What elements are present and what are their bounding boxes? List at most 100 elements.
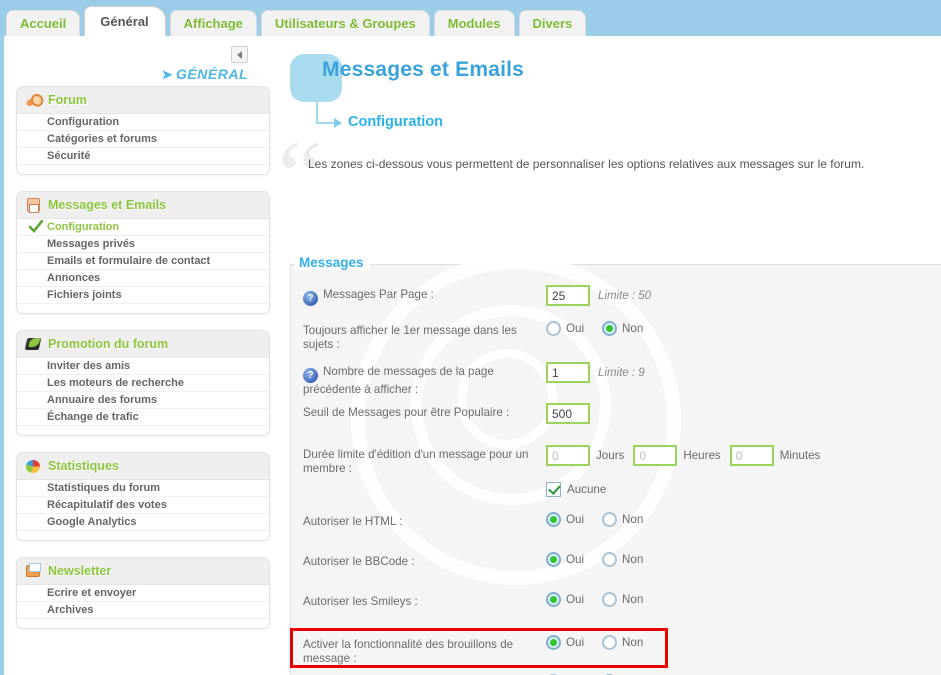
sidebar-item-les-moteurs-de-recherche[interactable]: Les moteurs de recherche xyxy=(17,375,269,392)
seuil-messages-populaire-input[interactable] xyxy=(546,403,590,424)
autoriser-html-radio-non[interactable]: Non xyxy=(602,512,643,527)
duree-limite-edition-minutes-input[interactable] xyxy=(729,445,774,466)
setting-label-wrap: Activer la fonctionnalité des brouillons… xyxy=(303,635,546,666)
messages-par-page-input[interactable] xyxy=(546,285,590,306)
setting-row-seuil-messages-populaire: Seuil de Messages pour être Populaire : xyxy=(291,403,941,433)
autoriser-bbcode-radio-non[interactable]: Non xyxy=(602,552,643,567)
intro-text: Les zones ci-dessous vous permettent de … xyxy=(308,157,865,171)
sidebar-panel-title: Messages et Emails xyxy=(48,198,167,212)
duration-unit-hours: Heures xyxy=(683,449,721,462)
sidebar-panel-title: Newsletter xyxy=(48,564,112,578)
tab-modules[interactable]: Modules xyxy=(433,10,515,36)
sidebar-item-cat-gories-et-forums[interactable]: Catégories et forums xyxy=(17,131,269,148)
intro-block: “ Les zones ci-dessous vous permettent d… xyxy=(280,126,941,226)
radio-label: Oui xyxy=(566,593,585,606)
limit-hint: Limite : 50 xyxy=(598,289,652,302)
sidebar-item-statistiques-du-forum[interactable]: Statistiques du forum xyxy=(17,480,269,497)
activer-brouillons-radio-oui[interactable]: Oui xyxy=(546,635,584,650)
duree-limite-edition-hours-input[interactable] xyxy=(633,445,678,466)
nombre-messages-page-precedente-input[interactable] xyxy=(546,362,590,383)
sidebar-item-s-curit[interactable]: Sécurité xyxy=(17,148,269,165)
radio-label: Oui xyxy=(566,636,585,649)
tab-divers[interactable]: Divers xyxy=(518,10,587,36)
help-icon[interactable]: ? xyxy=(303,291,318,306)
setting-label: Activer la fonctionnalité des brouillons… xyxy=(303,638,514,665)
toujours-afficher-1er-message-radio-non[interactable]: Non xyxy=(602,321,643,336)
setting-row-activer-brouillons: Activer la fonctionnalité des brouillons… xyxy=(290,628,941,668)
sidebar-panel-body: Ecrire et envoyer Archives xyxy=(17,585,269,628)
duree-limite-edition-days-input[interactable] xyxy=(546,445,590,466)
sidebar-item-configuration[interactable]: Configuration xyxy=(17,219,269,236)
setting-row-toujours-afficher-1er-message: Toujours afficher le 1er message dans le… xyxy=(291,321,941,352)
sidebar-item-ecrire-et-envoyer[interactable]: Ecrire et envoyer xyxy=(17,585,269,602)
wrench-icon xyxy=(25,92,42,109)
sidebar-item-label: Fichiers joints xyxy=(47,289,122,301)
checkbox-label: Aucune xyxy=(567,483,607,496)
duration-unit-minutes: Minutes xyxy=(779,449,821,462)
radio-dot-icon xyxy=(546,552,561,567)
sidebar-item-emails-et-formulaire-de-contact[interactable]: Emails et formulaire de contact xyxy=(17,253,269,270)
sidebar-item-messages-priv-s[interactable]: Messages privés xyxy=(17,236,269,253)
sidebar-item-annonces[interactable]: Annonces xyxy=(17,270,269,287)
sidebar-item-fichiers-joints[interactable]: Fichiers joints xyxy=(17,287,269,304)
sidebar-item-change-de-trafic[interactable]: Échange de trafic xyxy=(17,409,269,426)
setting-label-wrap: Seuil de Messages pour être Populaire : xyxy=(303,403,546,420)
toujours-afficher-1er-message-radio-oui[interactable]: Oui xyxy=(546,321,584,336)
sidebar-item-annuaire-des-forums[interactable]: Annuaire des forums xyxy=(17,392,269,409)
autoriser-html-radio-oui[interactable]: Oui xyxy=(546,512,584,527)
radio-label: Oui xyxy=(566,322,585,335)
radio-group: Oui Non xyxy=(546,512,643,527)
setting-control: Oui Non xyxy=(546,552,941,567)
sidebar-item-inviter-des-amis[interactable]: Inviter des amis xyxy=(17,358,269,375)
sidebar-panel: Messages et Emails Configuration Messages … xyxy=(16,191,270,314)
sidebar-collapse-button[interactable] xyxy=(231,46,248,63)
settings-rows: ? Messages Par Page : Limite : 50 Toujours … xyxy=(290,285,941,675)
radio-group: Oui Non xyxy=(546,321,643,336)
tab-strip: Accueil Général Affichage Utilisateurs & Gr… xyxy=(6,6,587,36)
sidebar: ➤ GÉNÉRAL Forum Configuration Catégories et… xyxy=(4,36,280,675)
autoriser-smileys-radio-non[interactable]: Non xyxy=(602,592,643,607)
sidebar-item-google-analytics[interactable]: Google Analytics xyxy=(17,514,269,531)
quote-mark-icon: “ xyxy=(280,120,323,231)
radio-label: Non xyxy=(622,513,644,526)
sidebar-item-label: Annuaire des forums xyxy=(47,394,158,406)
setting-row-autoriser-smileys: Autoriser les Smileys : Oui Non xyxy=(291,592,941,622)
autoriser-bbcode-radio-oui[interactable]: Oui xyxy=(546,552,584,567)
sidebar-header: ➤ GÉNÉRAL xyxy=(16,42,270,86)
setting-label-wrap: Autoriser le HTML : xyxy=(303,512,546,529)
sidebar-item-label: Récapitulatif des votes xyxy=(47,499,167,511)
tab-utilisateurs-groupes[interactable]: Utilisateurs & Groupes xyxy=(260,10,430,36)
setting-control: Oui Non xyxy=(546,512,941,527)
tab-accueil[interactable]: Accueil xyxy=(6,10,81,36)
tab-affichage[interactable]: Affichage xyxy=(169,10,257,36)
radio-dot-icon xyxy=(602,592,618,607)
sidebar-item-label: Les moteurs de recherche xyxy=(47,377,184,389)
aucune-checkbox[interactable]: Aucune xyxy=(546,482,606,497)
sidebar-item-r-capitulatif-des-votes[interactable]: Récapitulatif des votes xyxy=(17,497,269,514)
sidebar-item-archives[interactable]: Archives xyxy=(17,602,269,619)
setting-row-duree-limite-edition: Durée limite d'édition d'un message pour… xyxy=(291,445,941,476)
setting-control: Limite : 9 xyxy=(546,362,941,383)
sidebar-item-label: Annonces xyxy=(47,272,101,284)
radio-group: Oui Non xyxy=(546,635,643,650)
setting-label: Toujours afficher le 1er message dans le… xyxy=(303,324,517,351)
main-content: Messages et Emails Configuration “ Les z… xyxy=(280,36,941,675)
setting-control: Aucune xyxy=(546,482,941,497)
activer-brouillons-radio-non[interactable]: Non xyxy=(602,635,643,650)
radio-label: Oui xyxy=(566,513,585,526)
sidebar-general-link[interactable]: ➤ GÉNÉRAL xyxy=(162,66,248,83)
duration-unit-days: Jours xyxy=(596,449,625,462)
help-icon[interactable]: ? xyxy=(303,368,318,383)
admin-page: Accueil Général Affichage Utilisateurs & Gr… xyxy=(0,0,941,675)
setting-row-autoriser-html: Autoriser le HTML : Oui Non xyxy=(291,512,941,542)
tab-g-n-ral[interactable]: Général xyxy=(84,6,166,36)
setting-label-wrap: Durée limite d'édition d'un message pour… xyxy=(303,445,546,476)
sidebar-item-label: Archives xyxy=(47,604,94,616)
sidebar-item-configuration[interactable]: Configuration xyxy=(17,114,269,131)
autoriser-smileys-radio-oui[interactable]: Oui xyxy=(546,592,584,607)
messages-fieldset: Messages ? Messages Par Page : Limite : 50… xyxy=(290,255,941,675)
sidebar-panel-header: Messages et Emails xyxy=(17,192,269,219)
setting-label-wrap: Toujours afficher le 1er message dans le… xyxy=(303,321,546,352)
sidebar-panel-header: Newsletter xyxy=(17,558,269,585)
sidebar-item-label: Catégories et forums xyxy=(47,133,158,145)
